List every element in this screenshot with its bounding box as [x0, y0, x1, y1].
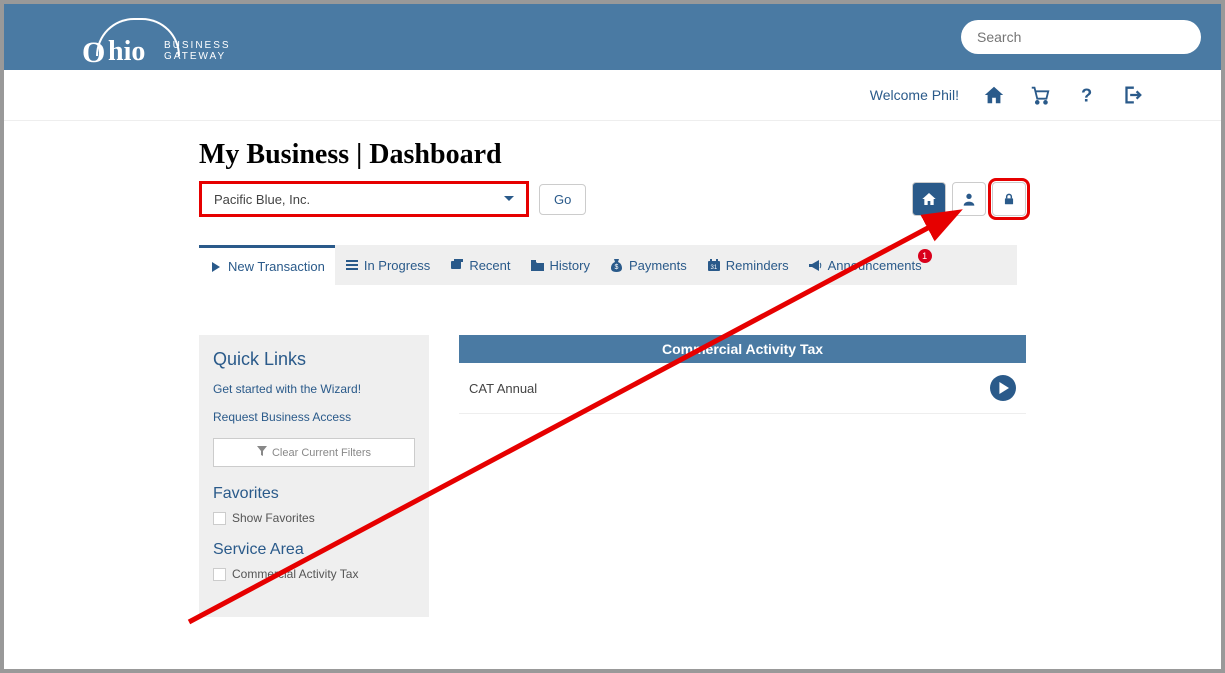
service-area-title: Service Area [213, 541, 415, 559]
wizard-link[interactable]: Get started with the Wizard! [213, 382, 415, 396]
quick-links-title: Quick Links [213, 349, 415, 370]
checkbox-icon [213, 512, 226, 525]
logo: O hio BUSINESS GATEWAY [82, 12, 232, 62]
business-select[interactable]: Pacific Blue, Inc. [199, 181, 529, 217]
go-button[interactable]: Go [539, 184, 586, 215]
quick-links-sidebar: Quick Links Get started with the Wizard!… [199, 335, 429, 617]
welcome-bar: Welcome Phil! ? [4, 70, 1221, 121]
page-title: My Business | Dashboard [199, 139, 1026, 171]
list-icon [345, 258, 359, 272]
money-bag-icon: $ [610, 258, 624, 272]
tab-new-transaction[interactable]: New Transaction [199, 245, 335, 285]
help-icon[interactable]: ? [1075, 84, 1097, 106]
caret-down-icon [504, 192, 514, 207]
tabs-bar: New Transaction In Progress Recent Histo… [199, 245, 1017, 285]
home-icon[interactable] [983, 84, 1005, 106]
business-select-value: Pacific Blue, Inc. [214, 192, 310, 207]
transaction-label: CAT Annual [469, 381, 537, 396]
user-button[interactable] [952, 182, 986, 216]
dashboard-home-button[interactable] [912, 182, 946, 216]
announcements-badge: 1 [918, 249, 932, 263]
logout-icon[interactable] [1121, 84, 1143, 106]
welcome-text: Welcome Phil! [870, 87, 959, 103]
tab-recent[interactable]: Recent [440, 245, 520, 285]
section-header: Commercial Activity Tax [459, 335, 1026, 363]
svg-text:?: ? [1081, 85, 1092, 105]
favorites-title: Favorites [213, 485, 415, 503]
transaction-row: CAT Annual [459, 363, 1026, 414]
tab-payments[interactable]: $ Payments [600, 245, 697, 285]
lock-button[interactable] [992, 182, 1026, 216]
megaphone-icon [809, 258, 823, 272]
svg-text:$: $ [615, 264, 619, 271]
service-area-checkbox[interactable]: Commercial Activity Tax [213, 567, 415, 581]
tab-in-progress[interactable]: In Progress [335, 245, 440, 285]
start-transaction-button[interactable] [990, 375, 1016, 401]
request-access-link[interactable]: Request Business Access [213, 410, 415, 424]
top-banner: O hio BUSINESS GATEWAY [4, 4, 1221, 70]
search-box[interactable] [961, 20, 1201, 54]
play-icon [209, 260, 223, 274]
show-favorites-checkbox[interactable]: Show Favorites [213, 511, 415, 525]
tab-announcements[interactable]: Announcements 1 [799, 245, 932, 285]
recent-icon [450, 258, 464, 272]
tab-history[interactable]: History [521, 245, 600, 285]
filter-icon [257, 446, 267, 459]
folder-icon [531, 258, 545, 272]
search-input[interactable] [977, 29, 1185, 45]
tab-reminders[interactable]: 31 Reminders [697, 245, 799, 285]
calendar-icon: 31 [707, 258, 721, 272]
svg-text:31: 31 [710, 265, 717, 271]
cart-icon[interactable] [1029, 84, 1051, 106]
clear-filters-button[interactable]: Clear Current Filters [213, 438, 415, 467]
checkbox-icon [213, 568, 226, 581]
